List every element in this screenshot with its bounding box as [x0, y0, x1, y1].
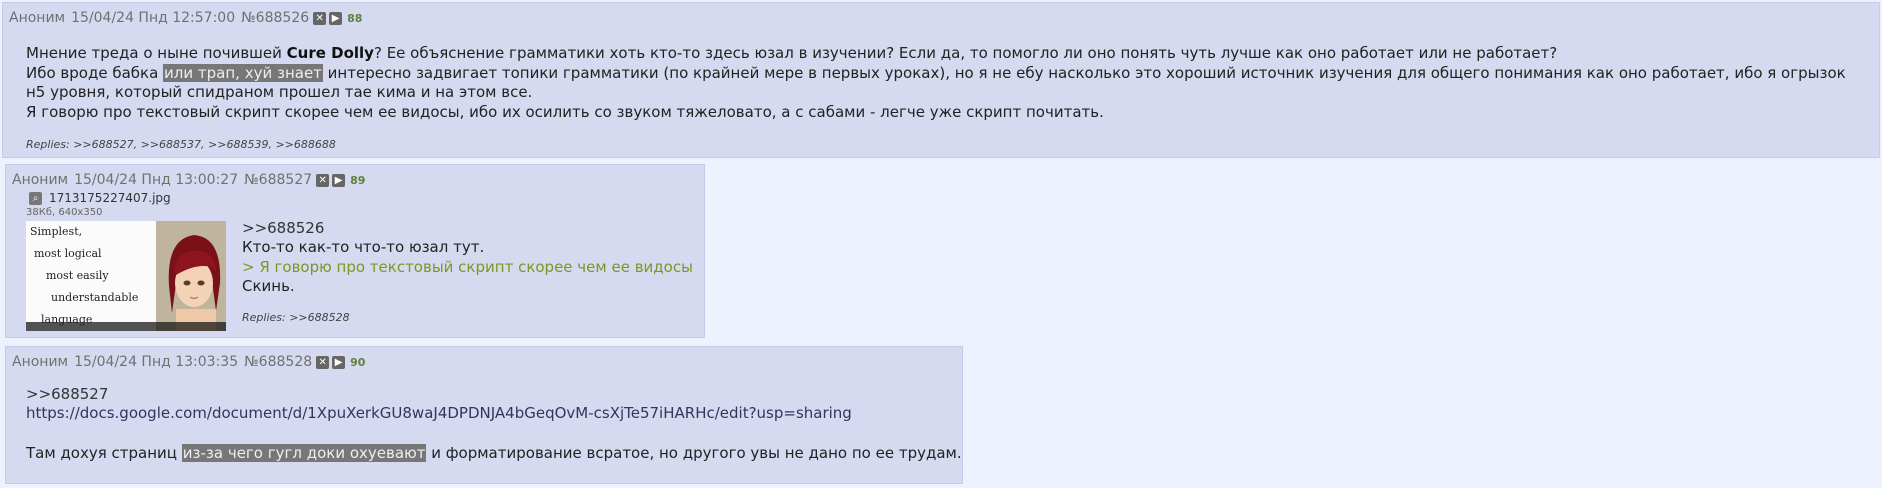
post-688526: Аноним 15/04/24 Пнд 12:57:00 №688526 ✕ ▶ …: [2, 2, 1880, 158]
body-line-3: Я говорю про текстовый скрипт скорее чем…: [26, 102, 1104, 121]
post-count: 88: [347, 11, 363, 25]
post-header: Аноним 15/04/24 Пнд 13:00:27 №688527 ✕ ▶ …: [12, 172, 365, 188]
play-icon[interactable]: ▶: [332, 173, 346, 187]
spoiler[interactable]: или трап, хуй знает: [163, 63, 323, 82]
post-number[interactable]: №688527: [244, 172, 312, 188]
body-line-2: Ибо вроде бабка или трап, хуй знает инте…: [26, 63, 1846, 101]
body-line: Скинь.: [242, 277, 295, 295]
play-icon[interactable]: ▶: [329, 11, 343, 25]
post-688527: Аноним 15/04/24 Пнд 13:00:27 №688527 ✕ ▶ …: [5, 164, 705, 338]
file-name[interactable]: 1713175227407.jpg: [49, 191, 171, 205]
post-header: Аноним 15/04/24 Пнд 13:03:35 №688528 ✕ ▶ …: [12, 354, 365, 370]
close-square-icon[interactable]: ✕: [316, 355, 330, 369]
file-info: ⌕ 1713175227407.jpg: [29, 191, 171, 205]
post-688528: Аноним 15/04/24 Пнд 13:03:35 №688528 ✕ ▶ …: [5, 346, 963, 484]
post-datetime: 15/04/24 Пнд 13:03:35: [74, 354, 239, 370]
image-thumbnail[interactable]: Simplest, most logical most easily under…: [26, 221, 226, 331]
post-datetime: 15/04/24 Пнд 13:00:27: [74, 172, 239, 188]
file-meta: 38Кб, 640x350: [26, 207, 103, 218]
thread: Аноним 15/04/24 Пнд 12:57:00 №688526 ✕ ▶ …: [0, 0, 1882, 488]
body-line: Там дохуя страниц из-за чего гугл доки о…: [26, 444, 962, 462]
thumb-text: language: [41, 313, 93, 326]
thumb-text: understandable: [51, 291, 139, 304]
post-number[interactable]: №688526: [241, 10, 309, 26]
post-count: 89: [350, 173, 366, 187]
thumb-text: most easily: [46, 269, 109, 282]
poster-name: Аноним: [12, 172, 69, 188]
post-count: 90: [350, 355, 366, 369]
thumb-text: Simplest,: [30, 225, 83, 238]
post-datetime: 15/04/24 Пнд 12:57:00: [71, 10, 236, 26]
body-line-1: Мнение треда о ныне почившей Cure Dolly?…: [26, 44, 1558, 62]
magnifier-icon[interactable]: ⌕: [29, 191, 42, 205]
bold-text: Cure Dolly: [286, 44, 374, 62]
close-square-icon[interactable]: ✕: [316, 173, 330, 187]
replies[interactable]: Replies: >>688527, >>688537, >>688539, >…: [26, 138, 336, 151]
body-line: Кто-то как-то что-то юзал тут.: [242, 238, 485, 256]
spoiler[interactable]: из-за чего гугл доки охуевают: [181, 444, 427, 462]
quote-link[interactable]: >>688526: [242, 219, 324, 237]
greentext-quote: > Я говорю про текстовый скрипт скорее ч…: [242, 258, 693, 276]
quote-link[interactable]: >>688527: [26, 385, 108, 403]
poster-name: Аноним: [12, 354, 69, 370]
post-number[interactable]: №688528: [244, 354, 312, 370]
post-header: Аноним 15/04/24 Пнд 12:57:00 №688526 ✕ ▶ …: [9, 10, 362, 26]
thumb-text: most logical: [34, 247, 102, 260]
external-link[interactable]: https://docs.google.com/document/d/1XpuX…: [26, 404, 852, 422]
poster-name: Аноним: [9, 10, 66, 26]
close-square-icon[interactable]: ✕: [313, 11, 327, 25]
play-icon[interactable]: ▶: [332, 355, 346, 369]
post-body: Мнение треда о ныне почившей Cure Dolly?…: [26, 44, 1866, 122]
replies[interactable]: Replies: >>688528: [242, 311, 350, 324]
